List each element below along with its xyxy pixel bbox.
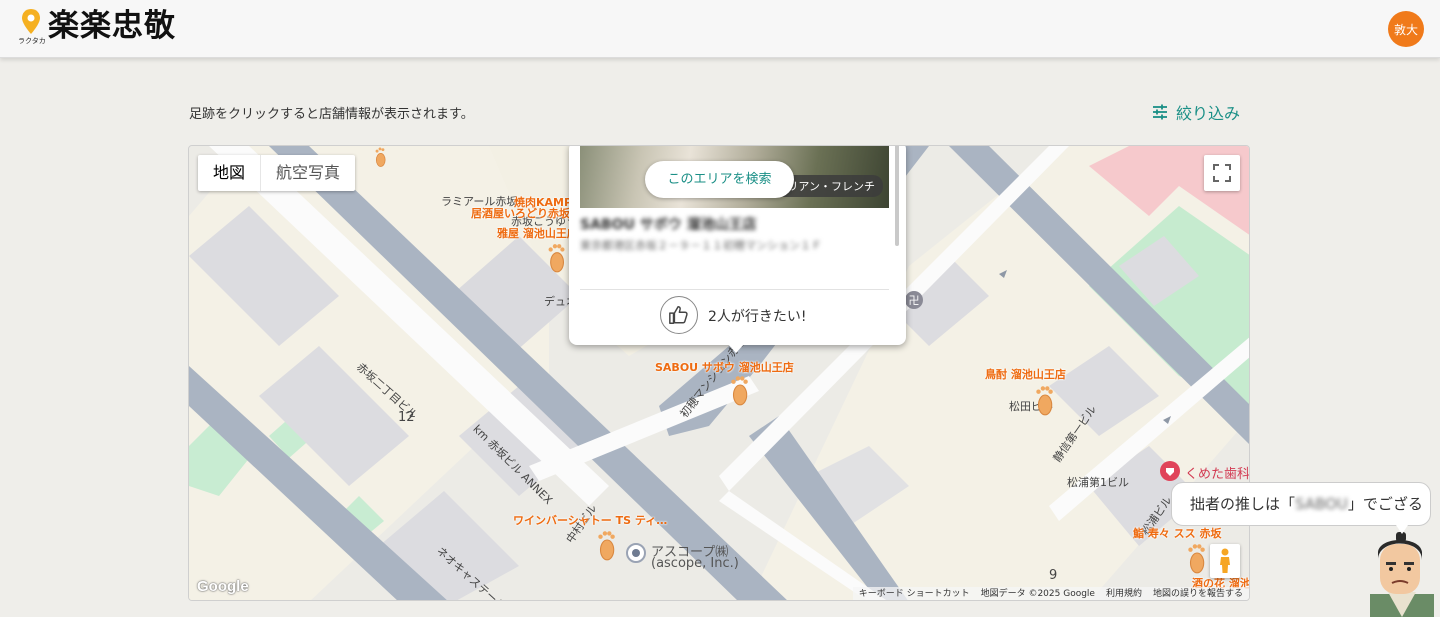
- bubble-suffix: 」でござる: [1347, 495, 1423, 513]
- keyboard-shortcuts-link[interactable]: キーボード ショートカット: [859, 587, 970, 600]
- samurai-mascot-icon[interactable]: [1362, 532, 1440, 617]
- label-block-9: 9: [1049, 568, 1058, 583]
- bubble-oshi-name: SABOU: [1295, 495, 1348, 513]
- bubble-prefix: 拙者の推しは「: [1190, 495, 1296, 513]
- logo-text: 楽楽忠敬: [48, 8, 176, 44]
- google-logo[interactable]: Google: [197, 578, 249, 595]
- map-type-control: 地図 航空写真: [198, 155, 356, 191]
- tab-satellite[interactable]: 航空写真: [260, 155, 355, 191]
- report-error-link[interactable]: 地図の誤りを報告する: [1153, 587, 1243, 600]
- shop-label-sushi[interactable]: 鮨 寿々 スス 赤坂: [1133, 525, 1222, 541]
- label-kumeta: くめた歯科: [1185, 467, 1250, 482]
- fullscreen-button[interactable]: [1204, 155, 1240, 191]
- label-block-12: 12: [398, 410, 415, 425]
- want-to-go-button[interactable]: [660, 296, 698, 334]
- footprint-marker-icon[interactable]: [729, 374, 749, 407]
- map-data-credit: 地図データ ©2025 Google: [980, 589, 1095, 599]
- filter-label: 絞り込み: [1176, 104, 1241, 123]
- want-to-go-count: 2人が行きたい!: [708, 309, 807, 325]
- shop-label-sabou[interactable]: SABOU サボウ 溜池山王店: [655, 359, 794, 375]
- tab-map[interactable]: 地図: [198, 155, 260, 191]
- shop-label-wine[interactable]: ワインバーシャトー TS ティ…: [513, 512, 667, 528]
- footprint-marker-icon[interactable]: [371, 146, 389, 168]
- shop-label-torichu[interactable]: 鳥酎 溜池山王店: [985, 366, 1066, 382]
- street-view-pegman[interactable]: [1210, 544, 1240, 578]
- bubble-tail: [1396, 525, 1408, 534]
- map-attribution: キーボード ショートカット 地図データ ©2025 Google 利用規約 地図…: [852, 587, 1249, 600]
- footprint-marker-icon[interactable]: [596, 529, 616, 562]
- footprint-marker-icon[interactable]: [1186, 542, 1206, 575]
- app-header: ラクタカ 楽楽忠敬 敦大: [0, 0, 1440, 58]
- user-avatar[interactable]: 敦大: [1388, 11, 1424, 47]
- filter-sliders-icon: [1153, 104, 1167, 120]
- map-instruction: 足跡をクリックすると店舗情報が表示されます。: [189, 107, 474, 122]
- popup-divider: [580, 289, 889, 290]
- search-this-area-button[interactable]: このエリアを検索: [645, 161, 794, 198]
- popup-pointer: [727, 343, 745, 353]
- shop-label-izakaya[interactable]: 居酒屋いろどり赤坂: [471, 205, 570, 221]
- footprint-marker-icon[interactable]: [1034, 384, 1054, 417]
- fullscreen-icon: [1213, 164, 1231, 182]
- label-ascope-en: (ascope, Inc.): [651, 556, 739, 571]
- map-canvas[interactable]: 卍 ラミアール赤坂 赤坂こうゆう デュオ 赤坂二丁目ビル 12 km 赤坂ビル …: [188, 145, 1250, 601]
- label-matsuura1: 松浦第1ビル: [1067, 476, 1129, 489]
- location-pin-icon: ラクタカ: [18, 8, 46, 45]
- svg-text:卍: 卍: [909, 294, 920, 307]
- popup-scrollbar[interactable]: [895, 146, 899, 246]
- site-logo[interactable]: ラクタカ 楽楽忠敬: [18, 8, 176, 45]
- thumbs-up-icon: [669, 306, 688, 324]
- terms-link[interactable]: 利用規約: [1106, 587, 1142, 600]
- logo-kana: ラクタカ: [18, 37, 46, 45]
- pegman-icon: [1220, 548, 1230, 573]
- shop-address: 東京都港区赤坂２－９－１１初穂マンション１Ｆ: [580, 239, 822, 252]
- shop-name[interactable]: SABOU サボウ 溜池山王店: [580, 214, 757, 234]
- footprint-marker-icon[interactable]: [546, 242, 566, 274]
- shop-label-gaya[interactable]: 雅屋 溜池山王店: [497, 225, 578, 241]
- filter-button[interactable]: 絞り込み: [1152, 100, 1240, 124]
- mascot-speech-bubble: 拙者の推しは「SABOU」でござる: [1171, 482, 1431, 526]
